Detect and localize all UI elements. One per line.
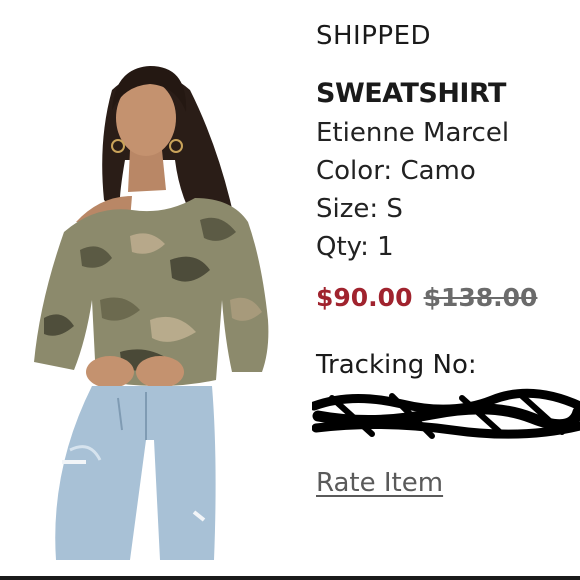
brand-name[interactable]: Etienne Marcel bbox=[316, 114, 580, 152]
rate-item-link[interactable]: Rate Item bbox=[316, 468, 443, 498]
price-row: $90.00 $138.00 bbox=[316, 278, 580, 318]
product-photo-illustration bbox=[34, 66, 269, 560]
qty-line: Qty: 1 bbox=[316, 232, 394, 262]
bottom-divider bbox=[0, 576, 580, 580]
product-photo[interactable] bbox=[0, 0, 300, 570]
color-line: Color: Camo bbox=[316, 156, 476, 186]
tracking-number-redacted bbox=[312, 386, 580, 446]
order-details: SHIPPED SWEATSHIRT Etienne Marcel Color:… bbox=[312, 18, 580, 498]
sale-price: $90.00 bbox=[316, 283, 413, 312]
product-title[interactable]: SWEATSHIRT bbox=[316, 76, 580, 112]
tracking-label: Tracking No: bbox=[316, 350, 477, 380]
size-line: Size: S bbox=[316, 194, 403, 224]
original-price: $138.00 bbox=[423, 283, 538, 312]
order-status: SHIPPED bbox=[316, 21, 432, 51]
redaction-scribble bbox=[312, 388, 580, 439]
